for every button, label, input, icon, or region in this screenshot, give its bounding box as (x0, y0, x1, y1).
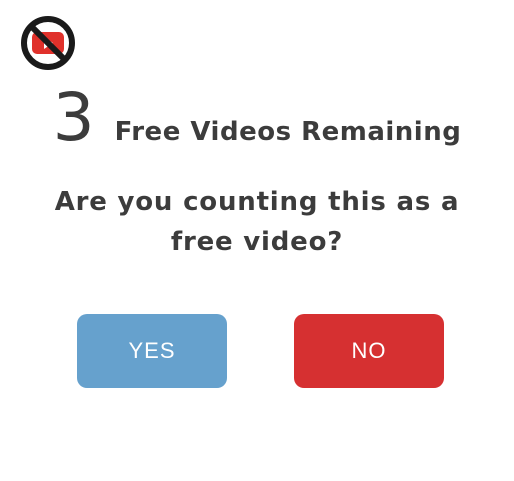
no-button-label: NO (351, 338, 387, 363)
prompt-question: Are you counting this as a free video? (54, 187, 460, 257)
remaining-label: Free Videos Remaining (114, 117, 462, 147)
no-button[interactable]: NO (294, 314, 444, 388)
yes-button-label: YES (128, 338, 176, 363)
no-youtube-icon (20, 15, 76, 71)
yes-button[interactable]: YES (77, 314, 227, 388)
videos-remaining-counter: 3 Free Videos Remaining (0, 82, 514, 154)
remaining-count: 3 (52, 79, 95, 156)
